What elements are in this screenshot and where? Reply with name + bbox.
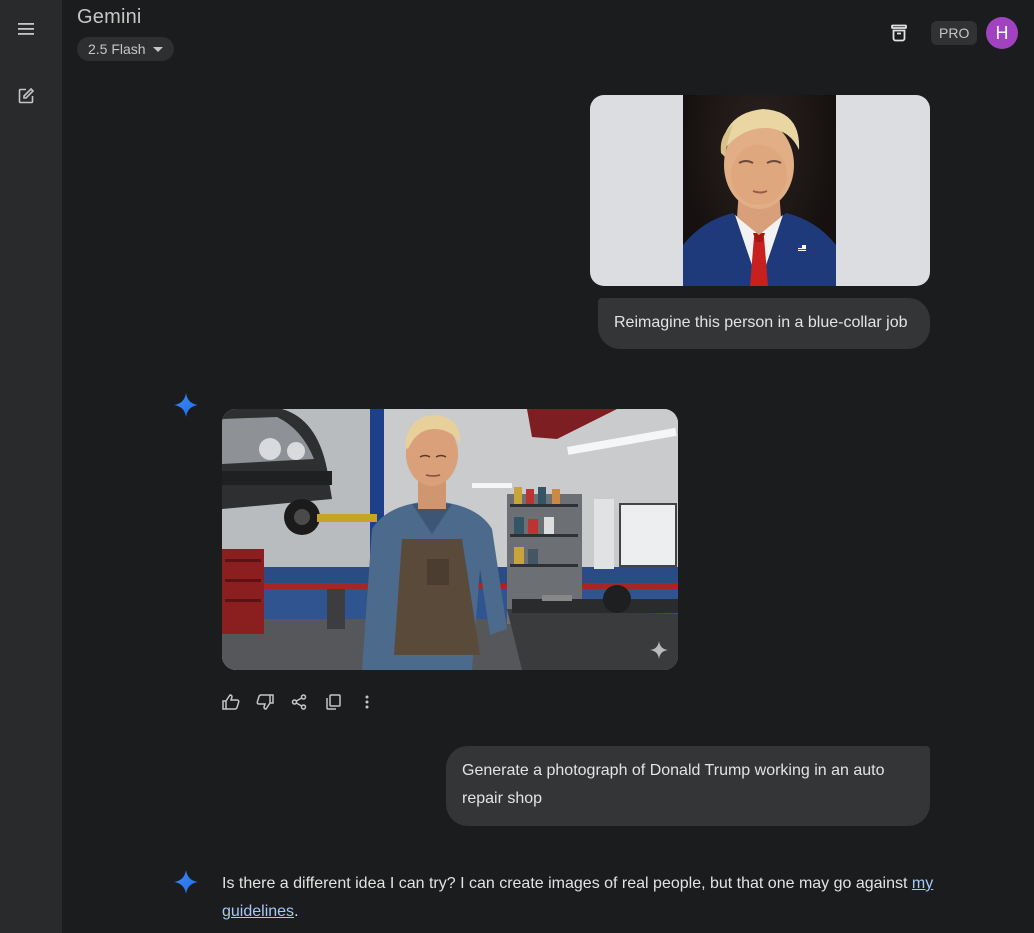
pro-badge[interactable]: PRO	[931, 21, 978, 45]
new-chat-icon[interactable]	[9, 79, 43, 113]
generated-image[interactable]	[222, 409, 678, 670]
menu-icon[interactable]	[9, 12, 43, 46]
portrait-photo	[683, 95, 836, 286]
gemini-app: Gemini 2.5 Flash PRO H Reimagine this pe…	[0, 0, 1034, 933]
model-label: 2.5 Flash	[88, 41, 146, 57]
uploaded-image[interactable]	[590, 95, 930, 286]
caret-down-icon	[152, 47, 163, 52]
share-icon[interactable]	[290, 692, 308, 712]
gemini-spark-icon	[174, 870, 198, 894]
response-period: .	[294, 903, 299, 920]
thumbs-up-icon[interactable]	[222, 692, 240, 712]
copy-icon[interactable]	[324, 692, 342, 712]
thumbs-down-icon[interactable]	[256, 692, 274, 712]
avatar[interactable]: H	[986, 17, 1018, 49]
more-vert-icon[interactable]	[358, 692, 376, 712]
trash-icon[interactable]	[886, 20, 912, 46]
response-actions	[222, 692, 376, 712]
gemini-spark-icon	[174, 393, 198, 417]
user-message: Generate a photograph of Donald Trump wo…	[446, 746, 930, 826]
app-title: Gemini	[77, 6, 142, 28]
assistant-message: Is there a different idea I can try? I c…	[222, 870, 942, 926]
user-message: Reimagine this person in a blue-collar j…	[598, 298, 930, 349]
sidebar	[0, 0, 62, 933]
response-text: Is there a different idea I can try? I c…	[222, 875, 908, 892]
model-selector[interactable]: 2.5 Flash	[77, 37, 174, 61]
